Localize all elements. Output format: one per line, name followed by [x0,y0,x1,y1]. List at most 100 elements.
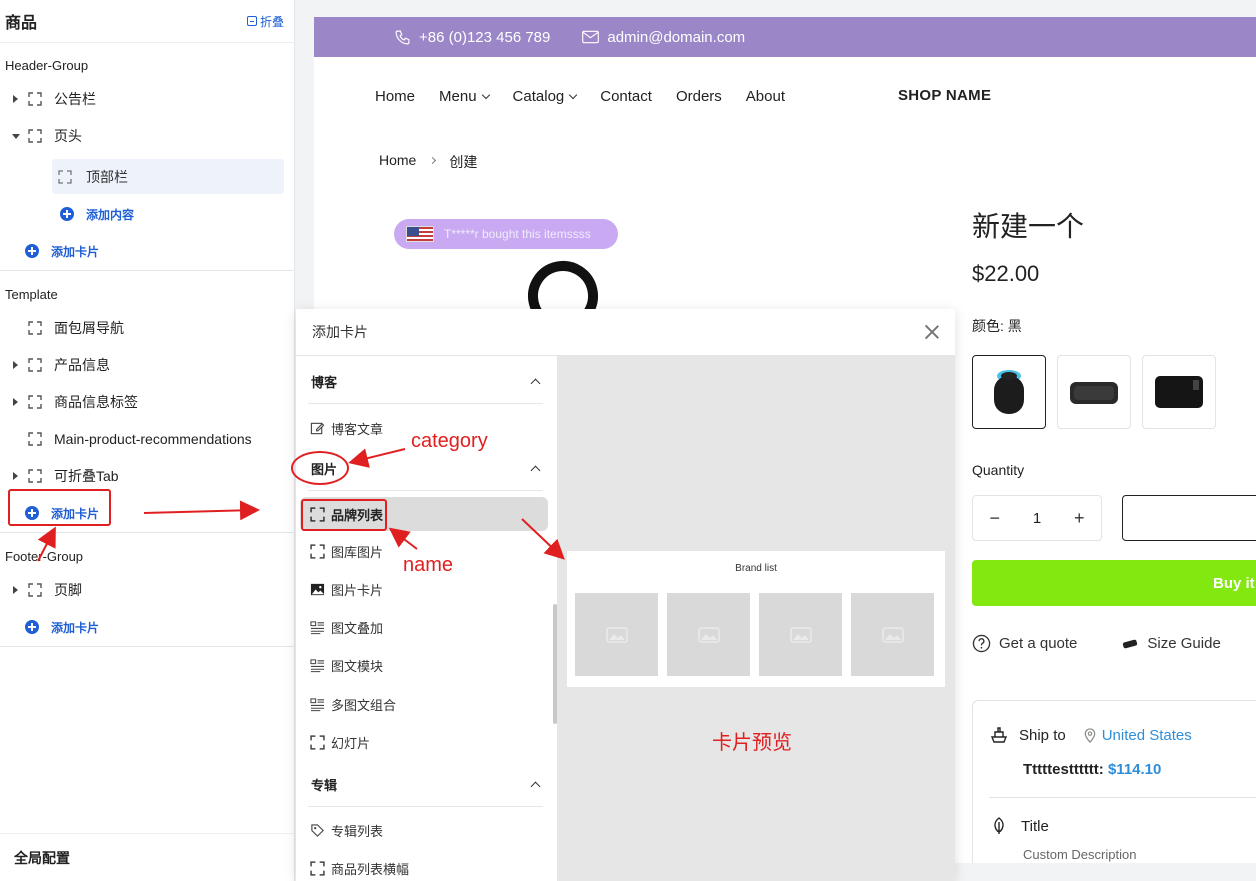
sidebar-title: 商品 [5,15,38,32]
add-to-cart-button[interactable] [1122,495,1256,541]
add-content-button[interactable]: 添加内容 [60,201,134,227]
quantity-value[interactable]: 1 [1033,510,1041,527]
collapse-icon [246,16,257,26]
brand-tile [851,593,934,676]
card-item-multi-image-text[interactable]: 多图文组合 [300,687,548,721]
phone-number: +86 (0)123 456 789 [419,28,551,46]
sidebar-item-product-tags[interactable]: 商品信息标签 [0,387,294,417]
section-icon [28,358,42,372]
chevron-up-icon [530,781,541,792]
card-item-slideshow[interactable]: 幻灯片 [300,725,548,759]
size-guide-link[interactable]: Size Guide [1121,634,1221,653]
nav-orders[interactable]: Orders [676,88,722,105]
close-icon[interactable] [925,325,939,339]
ruler-icon [1123,639,1138,648]
card-item-label: 专辑列表 [331,823,384,839]
plus-button[interactable]: + [1074,508,1085,529]
section-icon [310,734,325,750]
collapse-button[interactable]: 折叠 [246,13,284,30]
buy-now-button[interactable]: Buy it n [972,560,1256,606]
plus-circle-icon [25,620,39,634]
get-quote-link[interactable]: Get a quote [972,634,1077,653]
email-contact[interactable]: admin@domain.com [582,29,745,46]
add-card-button-footer[interactable]: 添加卡片 [25,614,99,640]
divider [0,532,294,533]
caret-right-icon[interactable] [12,472,20,480]
quantity-label: Quantity [972,462,1025,478]
annotation-circle-category [291,451,349,485]
brand-tile [759,593,842,676]
color-swatch-bar[interactable] [1057,355,1131,429]
caret-right-icon[interactable] [12,95,20,103]
minus-button[interactable]: − [989,508,1000,529]
ship-country-link[interactable]: United States [1084,727,1192,744]
text-image-icon [310,620,325,634]
caret-down-icon[interactable] [12,132,20,140]
add-card-label: 添加卡片 [51,244,100,259]
card-item-image-card[interactable]: 图片卡片 [300,572,548,606]
ship-to-label: Ship to [1019,726,1066,744]
sidebar-item-label: 顶部栏 [86,168,128,185]
brand-tile [667,593,750,676]
image-placeholder-icon [881,626,904,643]
add-card-button-header[interactable]: 添加卡片 [25,238,99,264]
card-item-collection-list[interactable]: 专辑列表 [300,813,548,847]
card-item-label: 图库图片 [331,544,384,560]
divider [989,797,1256,798]
leaf-icon [994,817,1004,834]
sidebar-item-recommendations[interactable]: Main-product-recommendations [0,424,294,454]
card-item-label: 多图文组合 [331,697,397,713]
breadcrumb-home[interactable]: Home [379,152,416,172]
modal-title: 添加卡片 [312,324,368,340]
nav-home[interactable]: Home [375,88,415,105]
sidebar-item-label: 页脚 [54,582,82,598]
sidebar-item-topbar[interactable]: 顶部栏 [52,159,284,194]
text-image-icon [310,697,325,711]
edit-icon [310,422,325,434]
breadcrumb: Home 创建 [379,152,477,172]
info-title: Title [1021,817,1049,835]
color-swatch-box[interactable] [1142,355,1216,429]
plus-circle-icon [60,207,74,221]
toast-text: T*****r bought this itemssss [444,227,591,241]
section-icon [28,583,42,597]
category-collection[interactable]: 专辑 [308,763,543,807]
shipping-box: Ship to United States Tttttestttttt: $11… [972,700,1256,863]
sidebar-item-label: 公告栏 [54,91,96,107]
plus-circle-icon [25,244,39,258]
caret-right-icon[interactable] [12,361,20,369]
card-item-product-banner[interactable]: 商品列表横幅 [300,851,548,881]
caret-right-icon[interactable] [12,398,20,406]
phone-icon [395,30,410,44]
global-config-button[interactable]: 全局配置 [0,833,294,881]
divider [0,270,294,271]
nav-contact[interactable]: Contact [600,88,652,105]
section-icon [310,860,325,876]
sidebar-item-collapsible-tab[interactable]: 可折叠Tab [0,461,294,491]
phone-contact[interactable]: +86 (0)123 456 789 [394,29,550,46]
card-item-image-overlay[interactable]: 图文叠加 [300,610,548,644]
card-item-image-text[interactable]: 图文模块 [300,648,548,682]
chevron-up-icon [530,465,541,476]
sidebar-item-product-info[interactable]: 产品信息 [0,350,294,380]
brand-tile [575,593,658,676]
caret-right-icon[interactable] [12,586,20,594]
category-blog[interactable]: 博客 [308,360,543,404]
ship-total-amount: $114.10 [1107,761,1162,778]
sidebar-item-announcement[interactable]: 公告栏 [0,84,294,114]
sidebar-item-header[interactable]: 页头 [0,121,294,151]
section-icon [28,321,42,335]
shop-name[interactable]: SHOP NAME [898,87,991,104]
nav-menu[interactable]: Menu [439,88,490,105]
shop-topbar: +86 (0)123 456 789 admin@domain.com [314,17,1256,57]
sidebar-item-footer[interactable]: 页脚 [0,575,294,605]
section-icon [28,469,42,483]
sidebar-item-breadcrumb[interactable]: 面包屑导航 [0,313,294,343]
product-price: $22.00 [972,261,1040,286]
card-item-label: 博客文章 [331,421,384,437]
nav-catalog[interactable]: Catalog [513,88,578,105]
color-swatch-black[interactable] [972,355,1046,429]
ship-country-label: United States [1101,726,1192,744]
nav-about[interactable]: About [746,88,785,105]
image-placeholder-icon [789,626,812,643]
